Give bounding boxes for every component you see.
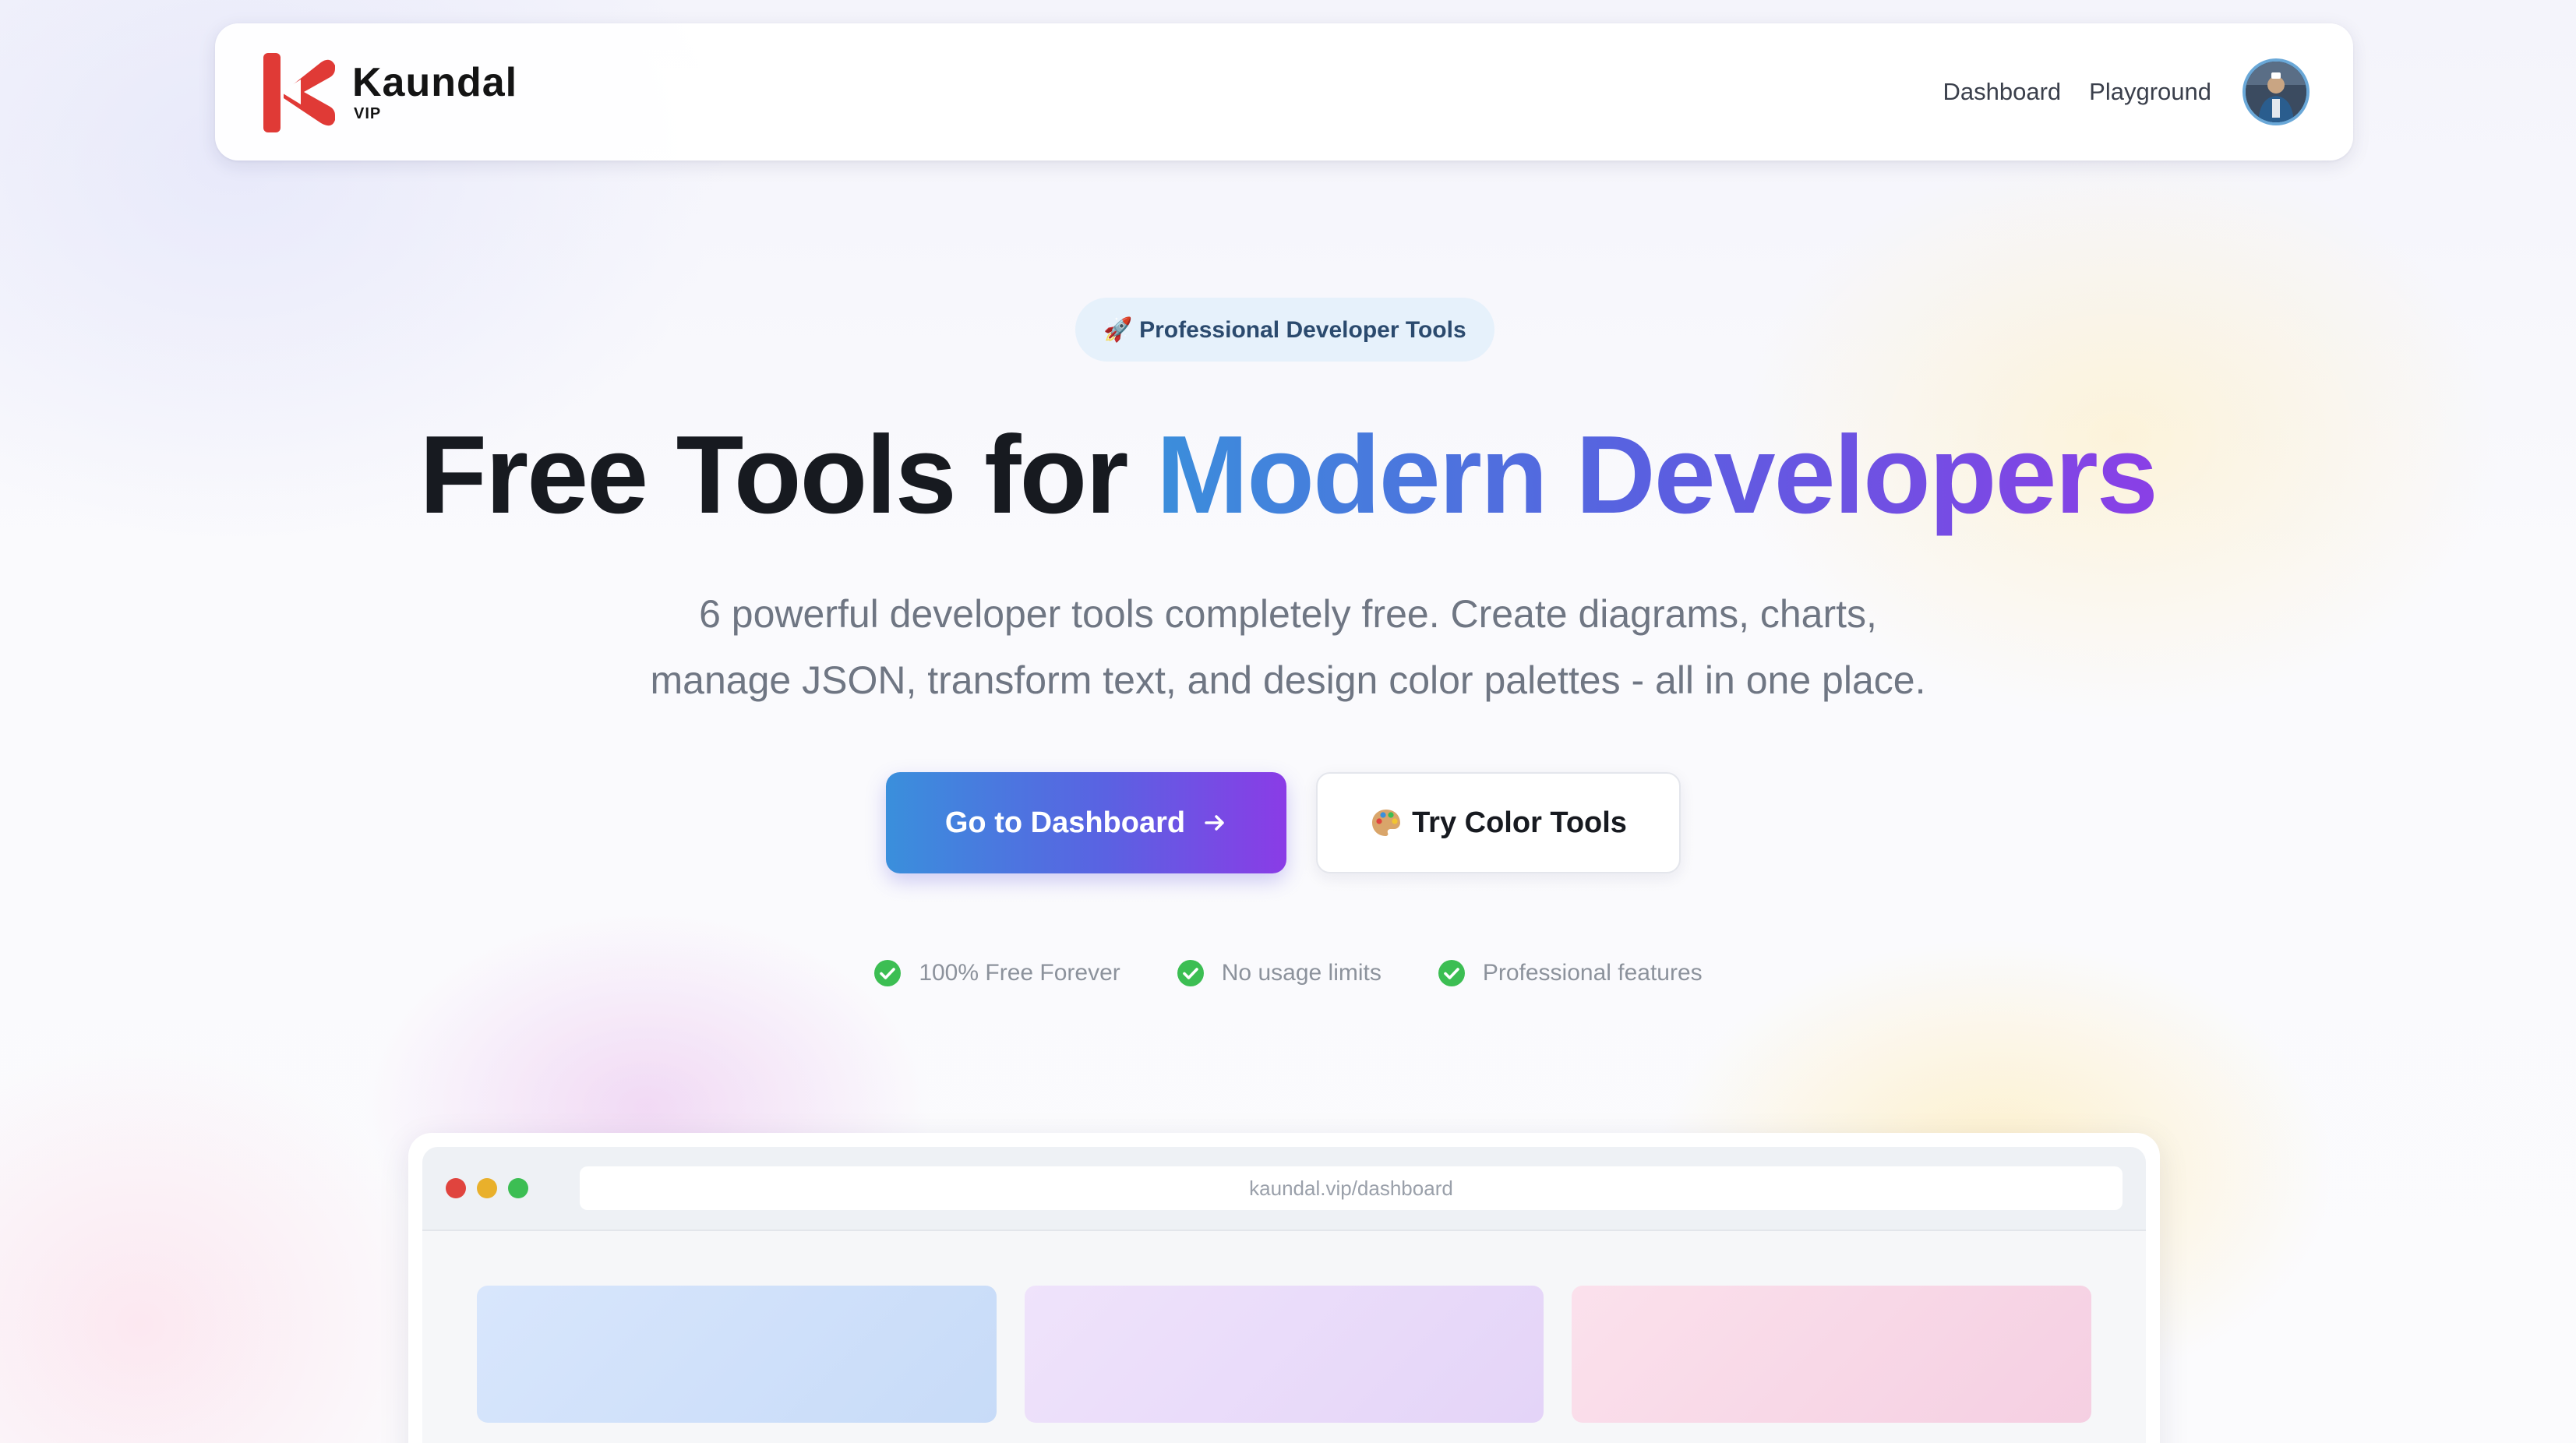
check-circle-icon bbox=[874, 960, 902, 986]
mockup-url-bar: kaundal.vip/dashboard bbox=[580, 1166, 2123, 1210]
user-avatar[interactable] bbox=[2243, 58, 2310, 125]
brand-logo-link[interactable]: Kaundal VIP bbox=[260, 48, 517, 136]
nav-link-playground[interactable]: Playground bbox=[2089, 78, 2211, 106]
avatar-photo-icon bbox=[2246, 62, 2306, 122]
mockup-browser-bar: kaundal.vip/dashboard bbox=[422, 1147, 2146, 1231]
feature-item: No usage limits bbox=[1177, 959, 1382, 987]
window-close-dot bbox=[446, 1178, 466, 1198]
brand-name: Kaundal bbox=[352, 60, 518, 105]
palette-icon bbox=[1372, 810, 1401, 836]
arrow-right-icon bbox=[1205, 815, 1224, 831]
hero-badge-text: 🚀 Professional Developer Tools bbox=[1103, 316, 1466, 343]
try-color-tools-label: Try Color Tools bbox=[1412, 806, 1627, 839]
mockup-window: kaundal.vip/dashboard bbox=[422, 1147, 2146, 1443]
feature-label: No usage limits bbox=[1221, 960, 1382, 986]
mockup-card-blue bbox=[477, 1286, 997, 1423]
window-maximize-dot bbox=[508, 1178, 528, 1198]
dashboard-preview-mockup: kaundal.vip/dashboard bbox=[408, 1133, 2160, 1443]
mockup-cards bbox=[422, 1231, 2146, 1423]
try-color-tools-button[interactable]: Try Color Tools bbox=[1316, 772, 1681, 873]
hero-title-plain: Free Tools for bbox=[419, 413, 1156, 537]
top-navbar: Kaundal VIP Dashboard Playground bbox=[215, 23, 2353, 161]
go-to-dashboard-button[interactable]: Go to Dashboard bbox=[886, 772, 1286, 873]
nav-link-dashboard[interactable]: Dashboard bbox=[1943, 78, 2062, 106]
check-circle-icon bbox=[1438, 960, 1465, 986]
window-minimize-dot bbox=[477, 1178, 497, 1198]
hero-title: Free Tools for Modern Developers bbox=[0, 405, 2576, 545]
feature-label: 100% Free Forever bbox=[919, 960, 1120, 986]
nav-links: Dashboard Playground bbox=[1943, 58, 2310, 125]
hero-subtitle-line-1: 6 powerful developer tools completely fr… bbox=[699, 592, 1877, 636]
go-to-dashboard-label: Go to Dashboard bbox=[944, 806, 1186, 839]
feature-label: Professional features bbox=[1482, 960, 1703, 986]
feature-item: Professional features bbox=[1438, 959, 1703, 987]
feature-list: 100% Free Forever No usage limits Profes… bbox=[0, 959, 2576, 987]
mockup-card-purple bbox=[1024, 1286, 1544, 1423]
hero-badge: 🚀 Professional Developer Tools bbox=[1075, 298, 1494, 362]
feature-item: 100% Free Forever bbox=[873, 959, 1120, 987]
check-circle-icon bbox=[1177, 960, 1204, 986]
hero-title-highlight: Modern Developers bbox=[1156, 413, 2158, 537]
mockup-card-pink bbox=[1572, 1286, 2092, 1423]
kaundal-logo-icon bbox=[263, 53, 335, 132]
hero-subtitle-line-2: manage JSON, transform text, and design … bbox=[650, 658, 1926, 702]
brand-subtitle: VIP bbox=[354, 105, 382, 122]
